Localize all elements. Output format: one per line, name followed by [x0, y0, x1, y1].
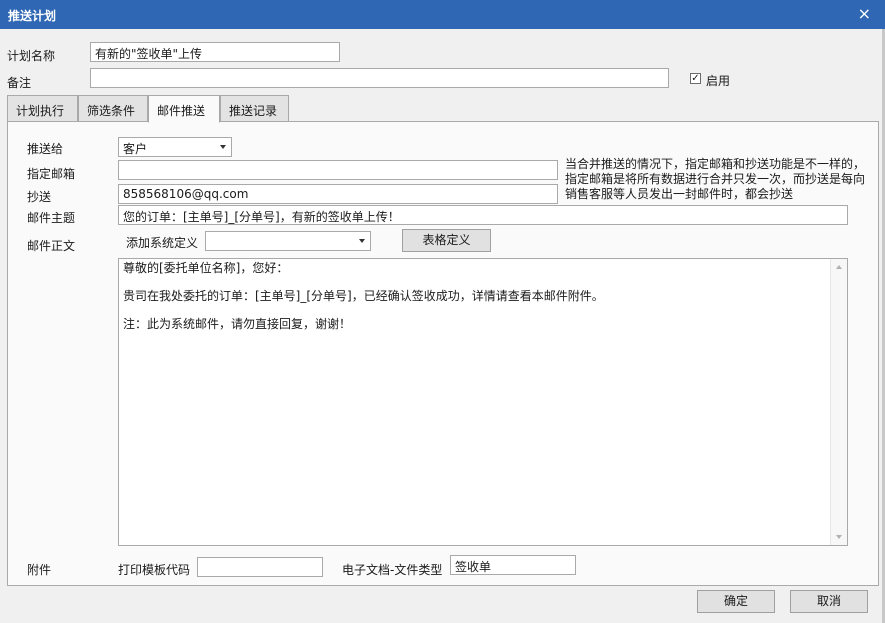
email-body-textarea[interactable]: 尊敬的[委托单位名称]，您好： 贵司在我处委托的订单：[主单号]_[分单号]，已…	[118, 258, 848, 546]
body-label: 邮件正文	[27, 239, 76, 253]
body-scrollbar[interactable]	[830, 259, 847, 545]
tab-plan-execution[interactable]: 计划执行	[7, 95, 78, 122]
add-system-def-label: 添加系统定义	[126, 236, 199, 250]
push-to-value: 客户	[123, 142, 148, 156]
note-line: 销售客服等人员发出一封邮件时，都会抄送	[565, 187, 794, 201]
specified-email-label: 指定邮箱	[27, 167, 76, 181]
cancel-button[interactable]: 取消	[790, 590, 868, 613]
push-to-label: 推送给	[27, 142, 64, 156]
chevron-down-icon	[220, 145, 226, 149]
window-title: 推送计划	[8, 9, 57, 23]
enable-label: 启用	[706, 74, 731, 88]
print-template-input[interactable]	[197, 557, 323, 577]
tab-email-push[interactable]: 邮件推送	[148, 95, 220, 123]
cc-label: 抄送	[27, 190, 52, 204]
body-line: 贵司在我处委托的订单：[主单号]_[分单号]，已经确认签收成功，详情请查看本邮件…	[123, 289, 604, 303]
tab-label: 筛选条件	[87, 104, 136, 118]
close-icon[interactable]: ×	[858, 4, 871, 23]
body-line: 尊敬的[委托单位名称]，您好：	[123, 261, 289, 275]
specified-email-input[interactable]	[118, 160, 558, 180]
scroll-up-icon[interactable]	[836, 265, 842, 269]
table-def-button[interactable]: 表格定义	[402, 229, 491, 252]
plan-name-input[interactable]: 有新的"签收单"上传	[90, 42, 340, 62]
tab-filter-conditions[interactable]: 筛选条件	[78, 95, 148, 122]
push-to-select[interactable]: 客户	[118, 137, 232, 157]
tab-label: 推送记录	[229, 104, 278, 118]
attachment-label: 附件	[27, 563, 52, 577]
email-body-content: 尊敬的[委托单位名称]，您好： 贵司在我处委托的订单：[主单号]_[分单号]，已…	[123, 261, 827, 345]
subject-label: 邮件主题	[27, 211, 76, 225]
doc-type-label: 电子文档-文件类型	[342, 563, 443, 577]
merge-note: 当合并推送的情况下，指定邮箱和抄送功能是不一样的， 指定邮箱是将所有数据进行合并…	[565, 157, 865, 202]
note-line: 当合并推送的情况下，指定邮箱和抄送功能是不一样的，	[565, 157, 866, 171]
doc-type-input[interactable]: 签收单	[450, 555, 576, 575]
ok-button[interactable]: 确定	[697, 590, 775, 613]
plan-name-label: 计划名称	[7, 49, 56, 63]
title-bar: 推送计划 ×	[0, 0, 885, 29]
body-line: 注：此为系统邮件，请勿直接回复，谢谢！	[123, 317, 352, 331]
tab-label: 邮件推送	[157, 104, 206, 118]
scroll-down-icon[interactable]	[836, 535, 842, 539]
chevron-down-icon	[359, 239, 365, 243]
add-system-def-select[interactable]	[205, 231, 371, 251]
remark-input[interactable]	[90, 68, 669, 88]
note-line: 指定邮箱是将所有数据进行合并只发一次，而抄送是每向	[565, 172, 866, 186]
remark-label: 备注	[7, 76, 32, 90]
tab-label: 计划执行	[16, 104, 65, 118]
print-template-label: 打印模板代码	[118, 563, 191, 577]
enable-checkbox[interactable]: ✓	[690, 73, 701, 84]
tab-push-records[interactable]: 推送记录	[220, 95, 289, 122]
subject-input[interactable]: 您的订单：[主单号]_[分单号]，有新的签收单上传！	[118, 205, 848, 225]
cc-input[interactable]: 858568106@qq.com	[118, 184, 558, 204]
